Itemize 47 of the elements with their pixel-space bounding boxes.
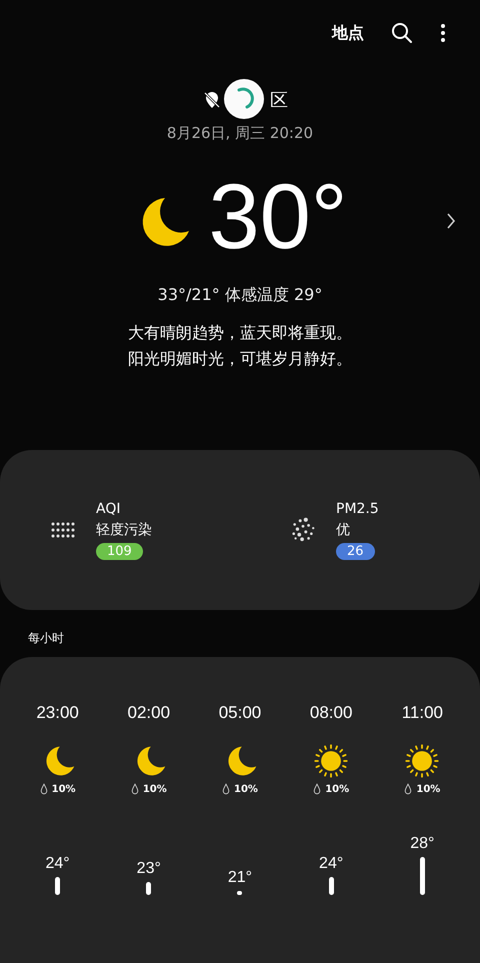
forecast-time: 08:00 bbox=[310, 703, 352, 723]
temperature-range: 33°/21° 体感温度 29° bbox=[158, 285, 322, 306]
temperature-bar bbox=[328, 876, 334, 895]
more-options-icon[interactable] bbox=[440, 21, 446, 45]
raindrop-icon bbox=[40, 783, 48, 795]
air-quality-card[interactable]: AQI 轻度污染 109 PM2.5 优 26 bbox=[0, 450, 480, 610]
air-quality-value: 26 bbox=[336, 542, 375, 560]
raindrop-icon bbox=[404, 783, 412, 795]
locations-link[interactable]: 地点 bbox=[332, 22, 364, 44]
rain-chance: 10% bbox=[142, 784, 167, 794]
air-quality-value: 109 bbox=[96, 542, 143, 560]
air-quality-status: 优 bbox=[336, 520, 350, 538]
chevron-right-icon[interactable] bbox=[446, 211, 456, 231]
temperature-bar bbox=[55, 876, 60, 895]
temperature-bar bbox=[420, 856, 425, 895]
location-name: 区 bbox=[270, 89, 288, 112]
rain-chance: 10% bbox=[416, 784, 440, 794]
rain-chance: 10% bbox=[325, 784, 350, 794]
forecast-temperature: 24° bbox=[45, 854, 70, 872]
forecast-temperature: 24° bbox=[319, 854, 344, 872]
rain-chance: 10% bbox=[52, 784, 76, 794]
forecast-time: 23:00 bbox=[36, 703, 79, 723]
sun-icon bbox=[404, 743, 440, 779]
location-off-icon bbox=[202, 90, 222, 110]
forecast-temperature: 21° bbox=[228, 869, 252, 887]
temperature-bar bbox=[237, 891, 242, 895]
forecast-time: 05:00 bbox=[218, 703, 262, 723]
raindrop-icon bbox=[313, 783, 322, 795]
forecast-temperature: 23° bbox=[136, 860, 161, 878]
sun-icon bbox=[313, 743, 350, 779]
weather-description: 阳光明媚时光，可堪岁月静好。 bbox=[128, 348, 352, 370]
air-metric-label: AQI bbox=[96, 500, 120, 516]
current-temperature: 30° bbox=[208, 171, 348, 263]
forecast-time: 11:00 bbox=[402, 703, 443, 723]
temperature-bar bbox=[146, 882, 152, 895]
air-quality-status: 轻度污染 bbox=[96, 520, 152, 538]
section-title: 每小时 bbox=[28, 630, 64, 647]
raindrop-icon bbox=[222, 783, 230, 795]
forecast-temperature: 28° bbox=[410, 834, 434, 852]
particles-icon bbox=[290, 517, 316, 543]
air-metric-label: PM2.5 bbox=[336, 500, 379, 516]
weather-description: 大有晴朗趋势，蓝天即将重现。 bbox=[128, 322, 352, 344]
search-icon[interactable] bbox=[390, 21, 414, 45]
rain-chance: 10% bbox=[234, 784, 258, 794]
date-time: 8月26日, 周三 20:20 bbox=[166, 124, 314, 143]
raindrop-icon bbox=[130, 783, 139, 795]
forecast-time: 02:00 bbox=[128, 703, 170, 723]
